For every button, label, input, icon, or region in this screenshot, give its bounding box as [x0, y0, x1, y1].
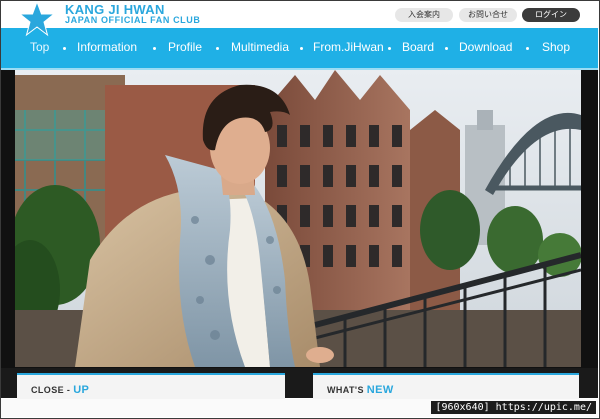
closeup-heading: CLOSE - UP: [31, 384, 89, 396]
star-logo-icon[interactable]: [19, 1, 55, 37]
closeup-panel[interactable]: CLOSE - UP: [17, 373, 285, 401]
nav-item-multimedia[interactable]: Multimedia: [231, 40, 289, 54]
nav-item-information[interactable]: Information: [77, 40, 137, 54]
closeup-heading-prefix: CLOSE -: [31, 385, 74, 395]
nav-item-download[interactable]: Download: [459, 40, 512, 54]
nav-item-top[interactable]: Top: [30, 40, 49, 54]
nav-item-from-jihwan[interactable]: From.JiHwan: [313, 40, 384, 54]
whatsnew-heading-prefix: WHAT'S: [327, 385, 367, 395]
login-button[interactable]: ログイン: [522, 8, 580, 22]
contact-button[interactable]: お問い合せ: [459, 8, 517, 22]
nav-separator: [216, 47, 219, 50]
whatsnew-heading-accent: NEW: [366, 384, 394, 396]
closeup-heading-accent: UP: [73, 384, 90, 396]
main-nav: Top Information Profile Multimedia From.…: [1, 28, 598, 68]
join-guide-button[interactable]: 入会案内: [395, 8, 453, 22]
nav-item-profile[interactable]: Profile: [168, 40, 202, 54]
site-header: KANG JI HWAN JAPAN OFFICIAL FAN CLUB 入会案…: [1, 1, 599, 37]
nav-separator: [526, 47, 529, 50]
nav-separator: [445, 47, 448, 50]
nav-separator: [153, 47, 156, 50]
hero-banner: [1, 70, 598, 372]
nav-item-board[interactable]: Board: [402, 40, 434, 54]
nav-separator: [300, 47, 303, 50]
whatsnew-heading: WHAT'S NEW: [327, 384, 394, 396]
site-subtitle: JAPAN OFFICIAL FAN CLUB: [65, 15, 201, 25]
nav-item-shop[interactable]: Shop: [542, 40, 570, 54]
whatsnew-panel[interactable]: WHAT'S NEW: [313, 373, 579, 401]
nav-separator: [388, 47, 391, 50]
hero-photo: [15, 70, 581, 367]
image-host-watermark: [960x640] https://upic.me/: [431, 401, 596, 414]
nav-separator: [63, 47, 66, 50]
